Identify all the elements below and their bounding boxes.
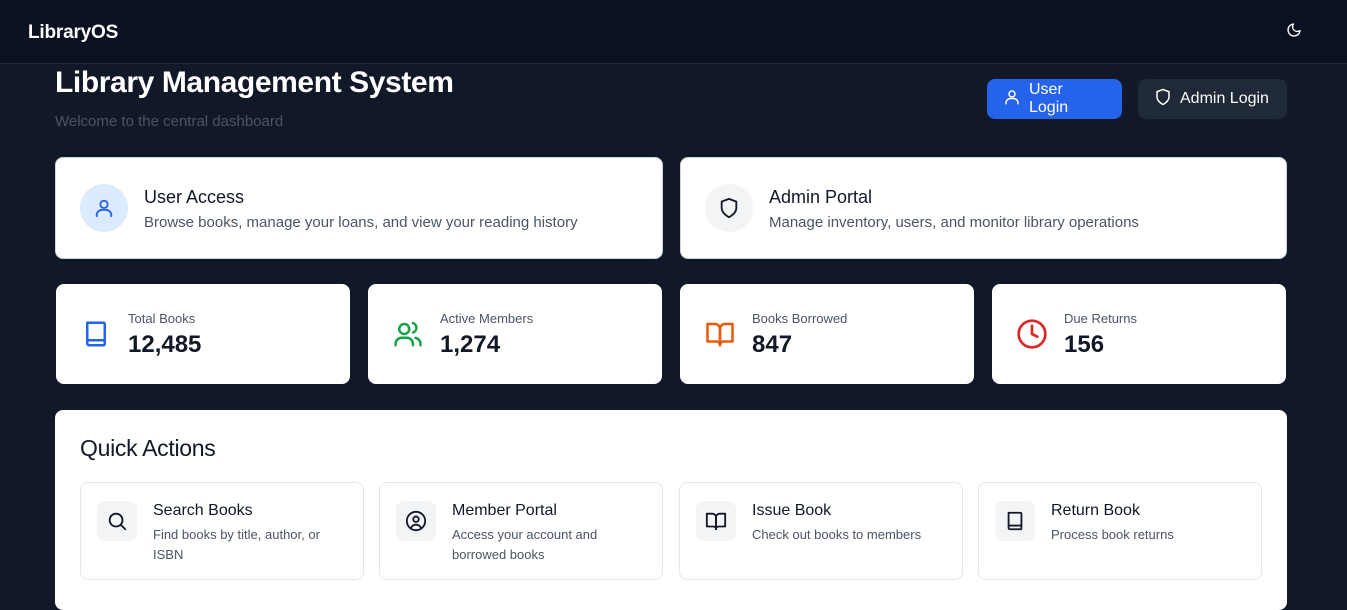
clock-icon bbox=[1014, 316, 1050, 352]
quick-action-description: Process book returns bbox=[1051, 527, 1174, 542]
quick-action-description: Check out books to members bbox=[752, 527, 922, 542]
book-icon bbox=[995, 501, 1035, 541]
quick-action-description: Access your account and borrowed books bbox=[452, 527, 598, 562]
page-subtitle: Welcome to the central dashboard bbox=[55, 113, 284, 130]
stat-label: Active Members bbox=[440, 311, 534, 326]
book-open-icon bbox=[696, 501, 736, 541]
user-access-card[interactable]: User Access Browse books, manage your lo… bbox=[55, 157, 663, 259]
quick-action-description: Find books by title, author, or ISBN bbox=[153, 527, 320, 562]
search-icon bbox=[97, 501, 137, 541]
admin-portal-card[interactable]: Admin Portal Manage inventory, users, an… bbox=[680, 157, 1287, 259]
quick-action-name: Issue Book bbox=[752, 502, 832, 519]
stat-card-total-books: Total Books 12,485 bbox=[56, 284, 350, 384]
book-icon bbox=[78, 316, 114, 352]
quick-action-member-portal[interactable]: Member Portal Access your account and bo… bbox=[379, 482, 663, 580]
stat-card-due-returns: Due Returns 156 bbox=[992, 284, 1286, 384]
theme-toggle-button[interactable] bbox=[1282, 20, 1306, 44]
portal-title: Admin Portal bbox=[769, 187, 873, 207]
quick-action-search-books[interactable]: Search Books Find books by title, author… bbox=[80, 482, 364, 580]
stat-card-books-borrowed: Books Borrowed 847 bbox=[680, 284, 974, 384]
admin-login-label: Admin Login bbox=[1180, 90, 1269, 107]
stat-card-active-members: Active Members 1,274 bbox=[368, 284, 662, 384]
user-login-button[interactable]: User Login bbox=[987, 79, 1122, 119]
quick-actions-title: Quick Actions bbox=[80, 435, 216, 461]
stat-value: 847 bbox=[752, 331, 793, 358]
users-icon bbox=[390, 316, 426, 352]
quick-action-name: Member Portal bbox=[452, 502, 557, 519]
stat-label: Total Books bbox=[128, 311, 196, 326]
quick-actions-panel: Quick Actions Search Books Find books by… bbox=[55, 410, 1287, 610]
user-login-label: User Login bbox=[1029, 81, 1069, 116]
brand-logo[interactable]: LibraryOS bbox=[28, 22, 118, 44]
top-navigation-bar: LibraryOS bbox=[0, 0, 1347, 64]
user-circle-icon bbox=[396, 501, 436, 541]
portal-title: User Access bbox=[144, 187, 245, 207]
shield-icon bbox=[705, 184, 753, 232]
quick-action-return-book[interactable]: Return Book Process book returns bbox=[978, 482, 1262, 580]
stat-label: Due Returns bbox=[1064, 311, 1137, 326]
stat-label: Books Borrowed bbox=[752, 311, 848, 326]
book-open-icon bbox=[702, 316, 738, 352]
quick-action-name: Return Book bbox=[1051, 502, 1140, 519]
admin-login-button[interactable]: Admin Login bbox=[1138, 79, 1287, 119]
stat-value: 1,274 bbox=[440, 331, 501, 358]
stat-value: 12,485 bbox=[128, 331, 202, 358]
moon-icon bbox=[1286, 22, 1302, 43]
quick-action-issue-book[interactable]: Issue Book Check out books to members bbox=[679, 482, 963, 580]
shield-icon bbox=[1154, 88, 1172, 111]
stat-value: 156 bbox=[1064, 331, 1105, 358]
quick-action-name: Search Books bbox=[153, 502, 253, 519]
portal-description: Manage inventory, users, and monitor lib… bbox=[769, 214, 1139, 231]
user-icon bbox=[80, 184, 128, 232]
user-icon bbox=[1003, 88, 1021, 111]
page-title: Library Management System bbox=[55, 66, 454, 99]
portal-description: Browse books, manage your loans, and vie… bbox=[144, 214, 578, 231]
